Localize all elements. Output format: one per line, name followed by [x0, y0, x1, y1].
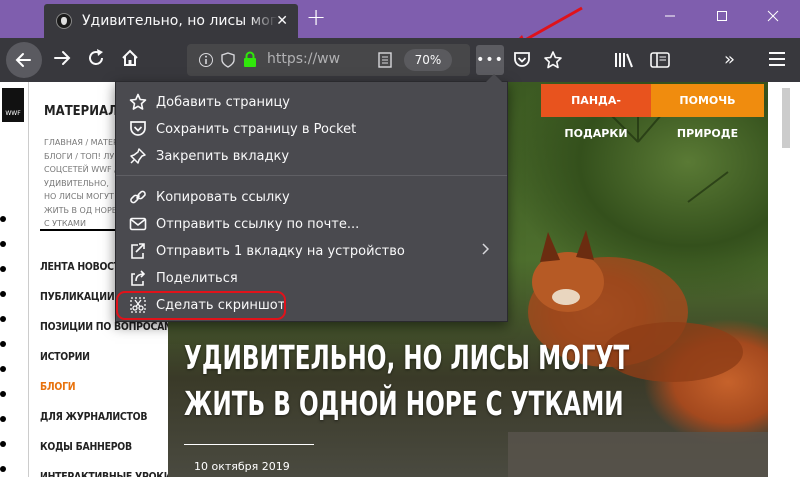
zoom-level[interactable]: 70%: [404, 49, 452, 71]
page-actions-button[interactable]: •••: [476, 45, 504, 75]
pocket-icon[interactable]: [512, 50, 532, 74]
page-actions-menu: Добавить страницу Сохранить страницу в Po…: [115, 74, 508, 322]
section-menu-item[interactable]: ДЛЯ ЖУРНАЛИСТОВ: [40, 410, 173, 440]
reload-button[interactable]: [86, 48, 106, 73]
url-bar[interactable]: https://ww 70%: [187, 44, 470, 76]
email-link-item[interactable]: Отправить ссылку по почте...: [116, 211, 507, 237]
active-tab[interactable]: Удивительно, но лисы могут ✕: [44, 4, 298, 38]
menu-item-label: Добавить страницу: [156, 94, 290, 110]
minimize-icon[interactable]: [664, 10, 676, 26]
copy-link-item[interactable]: Копировать ссылку: [116, 184, 507, 210]
maximize-icon[interactable]: [716, 10, 728, 26]
menu-item-label: Копировать ссылку: [156, 189, 290, 205]
hamburger-menu-icon[interactable]: [768, 51, 786, 71]
menu-separator: [116, 175, 507, 176]
nav-toolbar: https://ww 70% »: [0, 38, 800, 82]
title-bar: Удивительно, но лисы могут ✕ +: [0, 0, 800, 51]
pin-icon: [129, 147, 147, 165]
sidebar-icon[interactable]: [650, 51, 670, 73]
wwf-favicon-icon: [56, 13, 72, 29]
lock-icon[interactable]: [243, 51, 257, 72]
shield-icon[interactable]: [221, 52, 235, 72]
title-underline: [184, 444, 314, 445]
save-to-pocket-item[interactable]: Сохранить страницу в Pocket: [116, 116, 507, 142]
overflow-chevron-icon[interactable]: »: [724, 49, 735, 70]
share-item[interactable]: Поделиться: [116, 265, 507, 291]
home-button[interactable]: [120, 48, 140, 73]
pocket-icon: [129, 120, 147, 138]
breadcrumb[interactable]: ГЛАВНАЯ / МАТЕР БЛОГИ / ТОП! ЛУ СОЦСЕТЕЙ…: [44, 136, 118, 231]
tab-close-icon[interactable]: ✕: [276, 13, 288, 29]
menu-item-label: Поделиться: [156, 270, 238, 286]
back-button[interactable]: [6, 42, 42, 78]
chevron-right-icon: [481, 243, 490, 258]
tab-title: Удивительно, но лисы могут: [82, 13, 278, 29]
divider: [28, 82, 29, 477]
link-icon: [129, 188, 147, 206]
url-text[interactable]: https://ww: [267, 51, 340, 67]
left-rail: WWF: [0, 82, 28, 477]
section-menu-item[interactable]: ИСТОРИИ: [40, 350, 173, 380]
panda-gifts-button[interactable]: ПАНДА-ПОДАРКИ: [541, 84, 651, 140]
new-tab-button[interactable]: +: [306, 5, 326, 29]
share-icon: [129, 269, 147, 287]
section-menu-item[interactable]: ИНТЕРАКТИВНЫЕ УРОКИ: [40, 470, 173, 477]
menu-item-label: Закрепить вкладку: [156, 148, 290, 164]
wwf-logo[interactable]: WWF: [2, 88, 24, 122]
article-title: Удивительно, но лисы могут жить в одной …: [184, 338, 630, 423]
section-title: МАТЕРИАЛ: [44, 104, 118, 119]
reader-view-icon[interactable]: [378, 52, 392, 72]
menu-item-label: Отправить ссылку по почте...: [156, 216, 360, 232]
pin-tab-item[interactable]: Закрепить вкладку: [116, 143, 507, 169]
forward-button[interactable]: [52, 48, 72, 73]
bookmark-star-icon[interactable]: [543, 50, 563, 74]
menu-item-label: Отправить 1 вкладку на устройство: [156, 243, 405, 259]
help-nature-button[interactable]: ПОМОЧЬ ПРИРОДЕ: [651, 84, 764, 140]
section-menu-item[interactable]: БЛОГИ: [40, 380, 173, 410]
menu-item-label: Сохранить страницу в Pocket: [156, 121, 357, 137]
section-menu-item[interactable]: ПОЗИЦИИ ПО ВОПРОСАМ: [40, 320, 173, 350]
scroll-thumb[interactable]: [782, 88, 790, 148]
mail-icon: [129, 215, 147, 233]
close-window-icon[interactable]: [767, 10, 779, 26]
article-date: 10 октября 2019: [194, 460, 290, 473]
info-icon[interactable]: [198, 52, 214, 72]
section-menu-item[interactable]: КОДЫ БАННЕРОВ: [40, 440, 173, 470]
send-tab-icon: [129, 242, 147, 260]
annotation-highlight: [116, 291, 286, 320]
add-page-item[interactable]: Добавить страницу: [116, 89, 507, 115]
send-tab-item[interactable]: Отправить 1 вкладку на устройство: [116, 238, 507, 264]
browser-window: Удивительно, но лисы могут ✕ + https://w…: [0, 0, 800, 477]
library-icon[interactable]: [614, 51, 634, 73]
side-dots: [0, 216, 8, 477]
star-outline-icon: [129, 93, 147, 111]
